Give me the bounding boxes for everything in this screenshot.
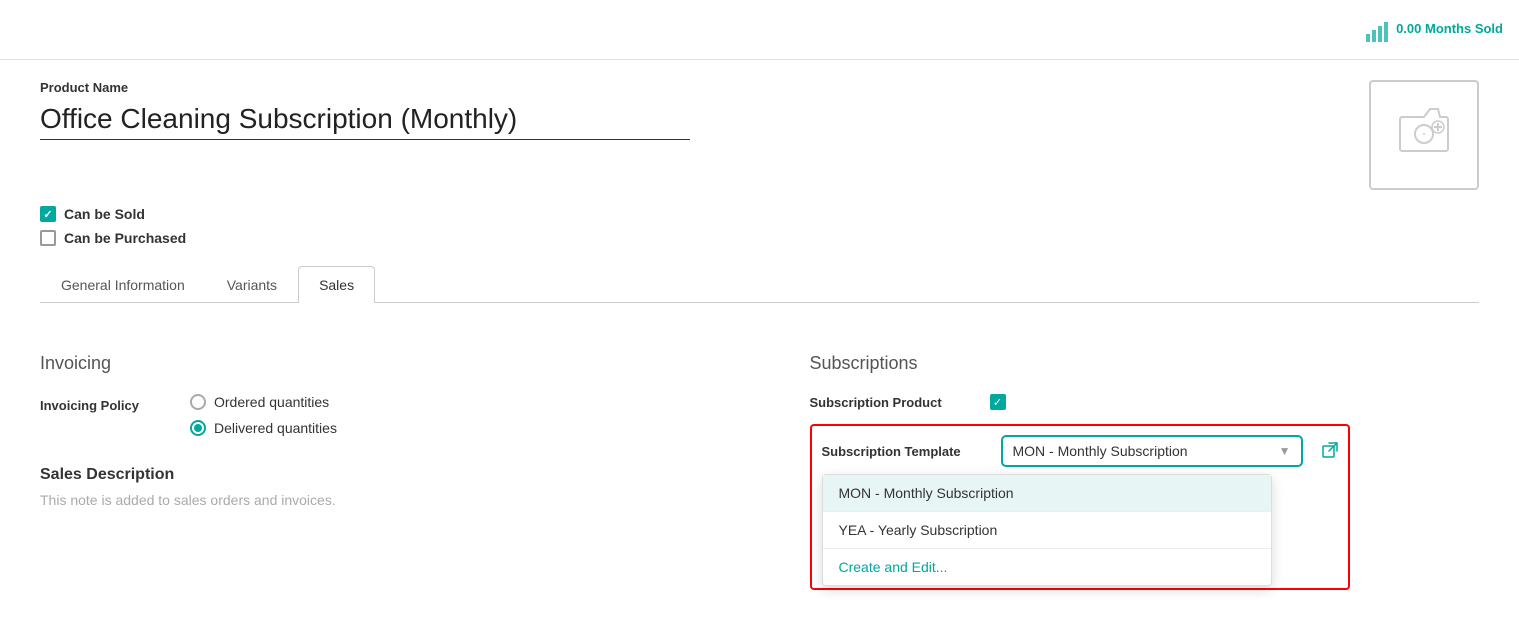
delivered-radio[interactable] — [190, 420, 206, 436]
tabs: General Information Variants Sales — [40, 266, 1479, 303]
subscription-product-checkbox[interactable] — [990, 394, 1006, 410]
subscription-template-highlight-box: Subscription Template ▼ MON - Monthly Su… — [810, 424, 1350, 590]
create-and-edit-option[interactable]: Create and Edit... — [823, 549, 1271, 585]
can-be-purchased-checkbox[interactable] — [40, 230, 56, 246]
product-name-input[interactable] — [40, 99, 690, 140]
product-name-row: Product Name — [40, 80, 1479, 190]
can-be-sold-label: Can be Sold — [64, 206, 145, 222]
tab-sales[interactable]: Sales — [298, 266, 375, 303]
delivered-quantities-option[interactable]: Delivered quantities — [190, 420, 337, 436]
sales-description-title: Sales Description — [40, 466, 710, 484]
dropdown-item-mon[interactable]: MON - Monthly Subscription — [823, 475, 1271, 511]
external-link-icon[interactable] — [1322, 442, 1338, 461]
invoicing-section-title: Invoicing — [40, 353, 710, 374]
subscription-template-label: Subscription Template — [822, 444, 982, 459]
dropdown-item-yea[interactable]: YEA - Yearly Subscription — [823, 512, 1271, 548]
delivered-quantities-label: Delivered quantities — [214, 420, 337, 436]
bar2 — [1372, 30, 1376, 42]
invoicing-policy-row: Invoicing Policy Ordered quantities Deli… — [40, 394, 710, 436]
invoicing-policy-label: Invoicing Policy — [40, 394, 170, 413]
ordered-quantities-option[interactable]: Ordered quantities — [190, 394, 337, 410]
main-content: Invoicing Invoicing Policy Ordered quant… — [0, 323, 1519, 620]
checkboxes: Can be Sold Can be Purchased — [40, 206, 1479, 246]
form-area: Product Name Can be Sold Can be — [0, 60, 1519, 323]
image-placeholder[interactable] — [1369, 80, 1479, 190]
product-name-container: Product Name — [40, 80, 1329, 140]
ordered-quantities-label: Ordered quantities — [214, 394, 329, 410]
tab-general-information[interactable]: General Information — [40, 266, 206, 303]
subscription-template-dropdown: MON - Monthly Subscription YEA - Yearly … — [822, 474, 1272, 586]
can-be-purchased-row: Can be Purchased — [40, 230, 1479, 246]
can-be-sold-checkbox[interactable] — [40, 206, 56, 222]
sales-description-hint: This note is added to sales orders and i… — [40, 492, 710, 508]
bar4 — [1384, 22, 1388, 42]
sales-description-section: Sales Description This note is added to … — [40, 466, 710, 508]
months-sold-widget: 0.00 Months Sold — [1366, 18, 1503, 42]
product-name-label: Product Name — [40, 80, 1329, 95]
tab-variants[interactable]: Variants — [206, 266, 298, 303]
ordered-radio[interactable] — [190, 394, 206, 410]
bar-chart-icon — [1366, 18, 1388, 42]
invoicing-policy-options: Ordered quantities Delivered quantities — [190, 394, 337, 436]
subscription-template-input[interactable] — [1013, 443, 1271, 459]
subscription-product-row: Subscription Product — [810, 394, 1480, 410]
right-section: Subscriptions Subscription Product Subsc… — [770, 353, 1480, 590]
can-be-sold-row: Can be Sold — [40, 206, 1479, 222]
months-sold-text: 0.00 Months Sold — [1396, 21, 1503, 38]
top-bar: 0.00 Months Sold — [0, 0, 1519, 60]
can-be-purchased-label: Can be Purchased — [64, 230, 186, 246]
subscription-template-input-wrapper: ▼ — [1002, 436, 1302, 466]
bar1 — [1366, 34, 1370, 42]
left-section: Invoicing Invoicing Policy Ordered quant… — [40, 353, 770, 590]
subscriptions-section-title: Subscriptions — [810, 353, 1480, 374]
subscription-product-label: Subscription Product — [810, 395, 970, 410]
subscription-template-row: Subscription Template ▼ — [822, 436, 1338, 466]
dropdown-arrow-icon[interactable]: ▼ — [1279, 444, 1291, 458]
camera-icon — [1399, 107, 1449, 163]
bar3 — [1378, 26, 1382, 42]
